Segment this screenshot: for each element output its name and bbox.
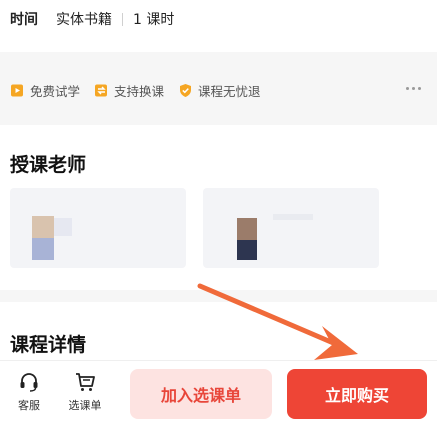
feature-list: 免费试学 支持换课 课程无忧退 [10,80,275,100]
cart-icon [76,373,95,391]
exchange-icon [94,83,109,98]
play-book-icon [10,83,25,98]
blurred-content [54,218,72,236]
avatar [237,218,257,240]
feature-exchange: 支持换课 [94,81,164,100]
avatar [32,216,54,238]
feature-label: 课程无忧退 [198,83,261,99]
feature-label: 支持换课 [114,83,165,99]
info-label: 时间 [10,12,38,28]
more-icon[interactable] [406,87,421,90]
shield-check-icon [178,83,193,98]
details-title: 课程详情 [10,334,87,356]
feature-refund: 课程无忧退 [178,81,261,100]
teacher-card[interactable] [10,188,186,268]
headset-icon [20,373,38,392]
add-to-list-button[interactable]: 加入选课单 [130,369,272,419]
cart-label: 选课单 [68,399,102,412]
cart-button[interactable]: 选课单 [62,371,108,413]
feature-band[interactable]: 免费试学 支持换课 课程无忧退 [0,52,437,125]
avatar [237,240,257,260]
feature-free-trial: 免费试学 [10,81,80,100]
buy-now-button[interactable]: 立即购买 [287,369,427,419]
course-info-row: 时间 实体书籍 1 课时 [10,8,174,30]
blurred-content [273,214,313,220]
avatar [32,238,54,260]
teachers-title: 授课老师 [10,154,87,176]
info-item-lessons: 1 课时 [133,12,175,28]
info-separator [122,12,123,26]
service-button[interactable]: 客服 [6,371,52,413]
teacher-card[interactable] [203,188,379,268]
section-divider [0,290,437,302]
feature-label: 免费试学 [30,83,81,99]
course-detail-page: 时间 实体书籍 1 课时 免费试学 支持换课 课程无忧退 授课老师 课程详情 客… [0,0,437,422]
bottom-action-bar: 客服 选课单 加入选课单 立即购买 [0,360,437,422]
info-item-material: 实体书籍 [56,12,112,28]
service-label: 客服 [18,399,40,412]
